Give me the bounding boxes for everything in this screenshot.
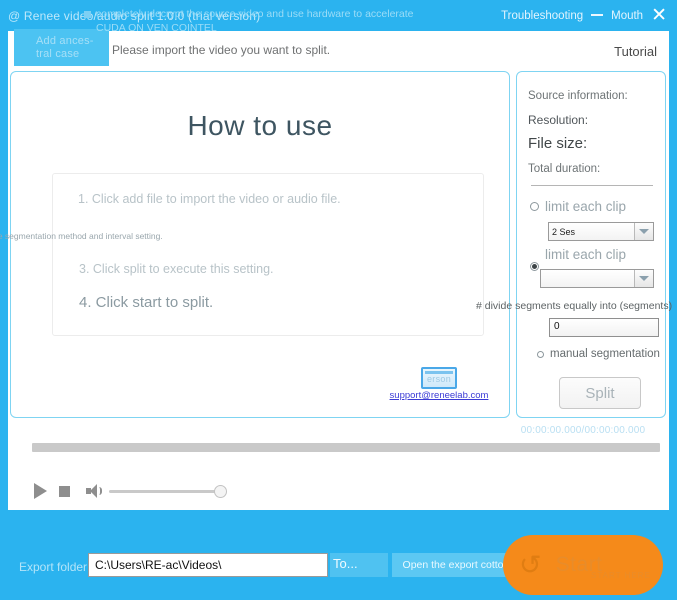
play-icon[interactable] bbox=[34, 483, 47, 499]
support-email-link[interactable]: support@reneelab.com bbox=[389, 390, 489, 401]
chevron-down-icon[interactable] bbox=[634, 270, 653, 287]
content-area: Add ances-tral case Please import the vi… bbox=[0, 29, 672, 510]
toolbar: Add ances-tral case Please import the vi… bbox=[8, 29, 669, 72]
volume-slider-handle[interactable] bbox=[214, 484, 227, 498]
radio-icon-manual[interactable] bbox=[537, 350, 544, 358]
volume-slider[interactable] bbox=[109, 484, 227, 498]
radio-icon-limit-duration[interactable] bbox=[530, 202, 539, 211]
manual-segmentation-label: manual segmentation bbox=[550, 348, 660, 360]
source-information-label: Source information: bbox=[528, 90, 628, 102]
stop-icon[interactable] bbox=[59, 485, 70, 497]
hardware-accel-line1: completely decrypt the source video and … bbox=[96, 8, 414, 20]
import-hint-text: Please import the video you want to spli… bbox=[112, 43, 331, 57]
chevron-down-icon[interactable] bbox=[634, 223, 653, 240]
settings-panel: Source information: Resolution: File siz… bbox=[476, 71, 672, 418]
limit-clip-duration-label: limit each clip bbox=[545, 199, 627, 214]
total-duration-label: Total duration: bbox=[528, 163, 601, 175]
resolution-label: Resolution: bbox=[528, 113, 589, 127]
minimize-icon[interactable] bbox=[591, 13, 604, 16]
close-icon[interactable]: ✕ bbox=[651, 6, 667, 25]
support-block: erson support@reneelab.com bbox=[389, 367, 489, 401]
file-size-label: File size: bbox=[528, 135, 588, 152]
manual-segmentation-option[interactable]: manual segmentation bbox=[537, 348, 660, 360]
hardware-accel-text: completely decrypt the source video and … bbox=[96, 7, 414, 35]
split-button[interactable]: Split bbox=[559, 377, 641, 409]
clip-duration-select[interactable]: 2 Ses bbox=[548, 222, 654, 241]
window-controls: Troubleshooting Mouth ✕ bbox=[501, 6, 677, 25]
checkbox-icon-hardware-accel[interactable] bbox=[84, 11, 91, 18]
step-4: 4. Click start to split. bbox=[79, 294, 214, 311]
refresh-icon: ↺ bbox=[519, 549, 542, 580]
settings-divider bbox=[531, 185, 653, 186]
start-button[interactable]: ↺ Start START HERE bbox=[503, 535, 663, 595]
divide-segments-label: # divide segments equally into (segments… bbox=[476, 300, 673, 312]
clip-size-select[interactable] bbox=[540, 269, 654, 288]
segments-input[interactable]: 0 bbox=[549, 318, 659, 337]
seek-bar[interactable] bbox=[32, 443, 660, 452]
timecode-display: 00:00:00.000/00:00:00.000 bbox=[520, 425, 646, 436]
person-icon-label: erson bbox=[426, 374, 451, 384]
troubleshooting-link[interactable]: Troubleshooting bbox=[501, 10, 583, 22]
hardware-accel-checkbox-row[interactable]: completely decrypt the source video and … bbox=[84, 7, 414, 35]
person-icon: erson bbox=[421, 367, 457, 389]
steps-box: 1. Click add file to import the video or… bbox=[0, 173, 484, 336]
clip-duration-value: 2 Ses bbox=[552, 226, 576, 237]
step-3: 3. Click split to execute this setting. bbox=[79, 262, 274, 276]
app-window: @ Renee video/audio split 1.0.0 (trial v… bbox=[0, 0, 677, 600]
preview-panel: How to use 1. Click add file to import t… bbox=[0, 71, 510, 418]
limit-clip-duration-option[interactable]: limit each clip bbox=[530, 199, 626, 214]
hardware-accel-line2: CUDA ON VEN COINTEL bbox=[96, 22, 217, 34]
transport-controls bbox=[34, 483, 227, 499]
browse-folder-button[interactable]: To... bbox=[330, 553, 388, 577]
step-2: 2. Please select the appropriate segment… bbox=[0, 231, 163, 241]
mouth-link[interactable]: Mouth bbox=[611, 10, 643, 22]
export-folder-label: Export folder: bbox=[19, 560, 91, 574]
export-folder-input[interactable]: C:\Users\RE-ac\Videos\ bbox=[88, 553, 328, 577]
volume-icon[interactable] bbox=[86, 484, 102, 498]
how-to-use-heading: How to use bbox=[187, 110, 333, 141]
start-button-sublabel: START HERE bbox=[591, 571, 651, 580]
tutorial-link[interactable]: Tutorial bbox=[614, 44, 657, 59]
radio-icon-limit-size[interactable] bbox=[530, 261, 539, 271]
step-1: 1. Click add file to import the video or… bbox=[78, 192, 341, 206]
